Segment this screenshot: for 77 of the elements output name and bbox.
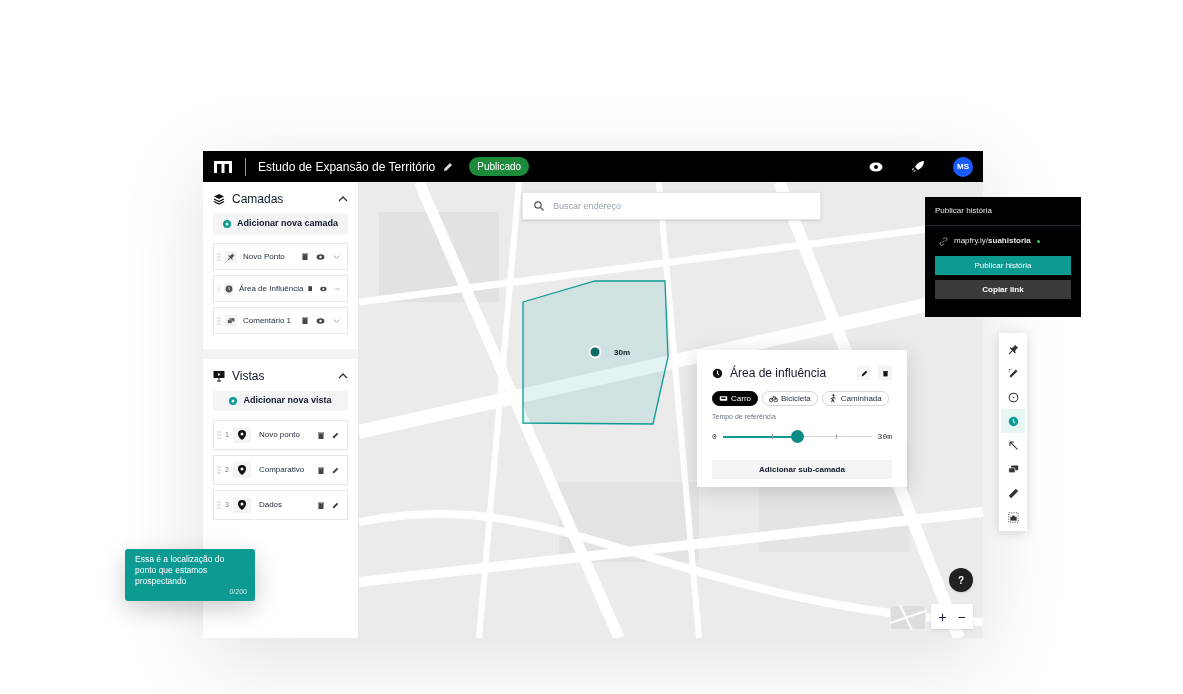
copy-link-button[interactable]: Copiar link: [935, 280, 1071, 299]
clock-icon: [224, 284, 233, 293]
item-label: Área de Influência: [239, 282, 304, 295]
chevron-up-icon[interactable]: [338, 373, 348, 379]
pin-icon: [227, 252, 235, 261]
link-icon: [939, 236, 948, 246]
user-avatar[interactable]: MS: [953, 156, 973, 177]
item-label: Novo Ponto: [243, 250, 286, 263]
mode-chip[interactable]: Carro: [712, 391, 758, 406]
location-pin-icon: [237, 430, 246, 440]
radius-label: 30m: [614, 347, 630, 359]
item-label: Dados: [258, 499, 284, 511]
pencil-icon[interactable]: [332, 501, 339, 509]
pin-icon: [1007, 343, 1019, 355]
section-title: Vistas: [232, 368, 265, 385]
arrow-icon: [1007, 439, 1019, 451]
mode-chip[interactable]: Bicicleta: [762, 391, 818, 406]
slider-max-label: 30m: [877, 430, 892, 443]
eye-icon[interactable]: [316, 317, 325, 324]
minimap-thumbnail[interactable]: [890, 605, 926, 630]
chevron-up-icon[interactable]: [338, 196, 348, 202]
pencil-icon: [1007, 367, 1019, 379]
slider-min-label: 0: [712, 430, 717, 443]
comment-icon: [227, 316, 235, 325]
popover-title: Publicar história: [925, 197, 1081, 226]
pencil-icon[interactable]: [860, 369, 868, 377]
pencil-icon[interactable]: [443, 161, 454, 172]
list-item[interactable]: Área de Influência: [213, 275, 348, 302]
circle-icon: [1007, 391, 1019, 403]
trash-icon[interactable]: [318, 501, 324, 509]
clock-icon: [712, 367, 723, 379]
item-label: Comentário 1: [243, 314, 293, 327]
walking-person-icon: [828, 394, 838, 403]
add-button[interactable]: Adicionar nova vista: [213, 391, 348, 411]
zoom-in-button[interactable]: +: [933, 606, 952, 627]
car-icon: [719, 394, 728, 403]
trash-icon[interactable]: [307, 285, 312, 292]
trash-icon[interactable]: [318, 431, 324, 439]
trash-icon[interactable]: [882, 369, 888, 377]
plus-circle-icon: [222, 220, 231, 228]
item-label: Comparativo: [258, 464, 306, 476]
section-title: Camadas: [232, 191, 284, 208]
search-field[interactable]: Buscar endereço: [522, 192, 821, 220]
search-icon: [534, 201, 544, 211]
list-item[interactable]: Novo Ponto: [213, 243, 348, 270]
list-item[interactable]: Comentário 1: [213, 307, 348, 334]
eye-icon[interactable]: [320, 285, 327, 292]
layers-icon: [213, 193, 225, 205]
location-pin-icon: [237, 465, 246, 475]
ruler-icon: [1007, 487, 1019, 499]
bicycle-icon: [769, 394, 778, 403]
camera-icon: [1007, 511, 1019, 523]
mode-chip[interactable]: Caminhada: [821, 391, 889, 406]
location-marker-icon[interactable]: [588, 345, 602, 359]
project-title: Estudo de Expansão de Território: [258, 158, 436, 176]
eye-icon[interactable]: [316, 253, 325, 260]
clock-icon: [1007, 415, 1019, 427]
zoom-out-button[interactable]: −: [952, 606, 971, 627]
pencil-icon[interactable]: [332, 431, 339, 439]
note-text: Essa é a localização do ponto que estamos prospectando: [135, 554, 226, 587]
rocket-icon[interactable]: [911, 159, 925, 174]
logo-icon: [213, 159, 233, 174]
pencil-icon[interactable]: [332, 466, 339, 474]
plus-circle-icon: [229, 397, 238, 405]
add-button[interactable]: Adicionar nova camada: [213, 214, 348, 234]
item-label: Novo ponto: [258, 429, 301, 441]
slider-thumb[interactable]: [790, 429, 804, 443]
panel-title: Área de influência: [730, 364, 828, 382]
trash-icon[interactable]: [318, 466, 324, 474]
add-sublayer-button[interactable]: Adicionar sub-camada: [712, 460, 892, 479]
eye-icon[interactable]: [869, 161, 883, 172]
status-badge: Publicado: [469, 157, 530, 176]
slider-track[interactable]: [722, 429, 872, 444]
comment-icon: [1007, 463, 1019, 475]
presentation-icon: [213, 370, 225, 382]
story-link[interactable]: mapfry.ly/suahistoria: [954, 235, 1031, 247]
location-pin-icon: [237, 500, 246, 510]
